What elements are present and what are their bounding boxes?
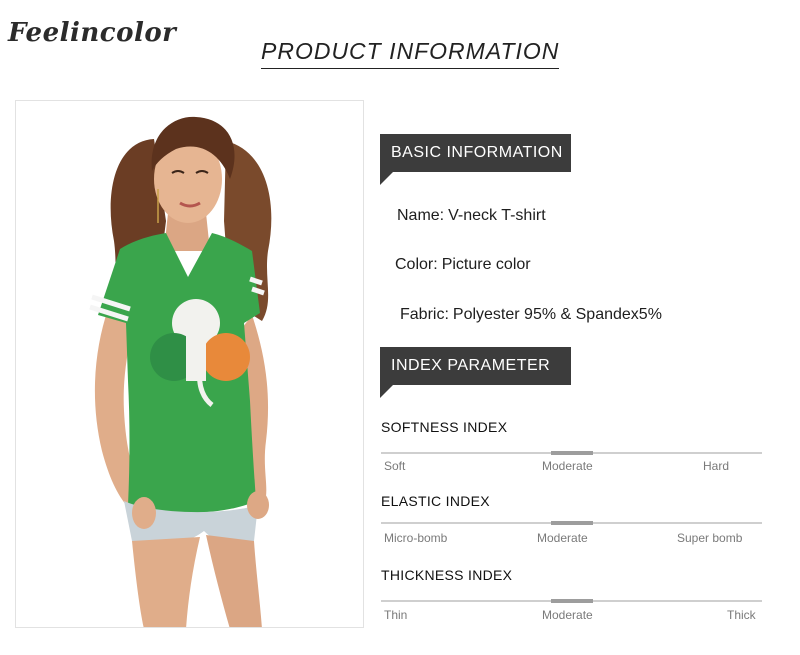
softness-label-hard: Hard bbox=[703, 459, 730, 473]
thickness-label-thin: Thin bbox=[384, 608, 408, 622]
product-name: Name: V-neck T-shirt bbox=[397, 207, 546, 225]
product-fabric: Fabric: Polyester 95% & Spandex5% bbox=[400, 306, 662, 324]
elastic-index-title: ELASTIC INDEX bbox=[381, 493, 490, 509]
product-photo bbox=[15, 100, 364, 628]
thickness-label-moderate: Moderate bbox=[542, 608, 593, 622]
thickness-index-title: THICKNESS INDEX bbox=[381, 567, 513, 583]
softness-label-soft: Soft bbox=[384, 459, 406, 473]
model-illustration bbox=[16, 101, 363, 627]
thickness-scale bbox=[381, 599, 762, 603]
index-parameter-tag: INDEX PARAMETER bbox=[380, 347, 571, 398]
brand-logo: Feelincolor bbox=[8, 18, 177, 48]
elastic-label-super-bomb: Super bomb bbox=[677, 531, 743, 545]
fabric-value: Polyester 95% & Spandex5% bbox=[452, 306, 662, 323]
color-value: Picture color bbox=[441, 256, 531, 273]
softness-index-title: SOFTNESS INDEX bbox=[381, 419, 508, 435]
softness-label-moderate: Moderate bbox=[542, 459, 593, 473]
thickness-label-thick: Thick bbox=[727, 608, 756, 622]
elastic-label-moderate: Moderate bbox=[537, 531, 588, 545]
basic-information-tag: BASIC INFORMATION bbox=[380, 134, 571, 185]
fabric-label: Fabric: bbox=[400, 306, 449, 323]
page-title: PRODUCT INFORMATION bbox=[261, 38, 560, 69]
color-label: Color: bbox=[395, 256, 438, 273]
elastic-label-micro-bomb: Micro-bomb bbox=[384, 531, 448, 545]
thickness-scale-marker bbox=[551, 599, 593, 603]
elastic-scale bbox=[381, 521, 762, 525]
product-color: Color: Picture color bbox=[395, 256, 531, 274]
softness-scale bbox=[381, 451, 762, 455]
name-value: V-neck T-shirt bbox=[448, 207, 546, 224]
name-label: Name: bbox=[397, 207, 445, 224]
softness-scale-marker bbox=[551, 451, 593, 455]
elastic-scale-marker bbox=[551, 521, 593, 525]
